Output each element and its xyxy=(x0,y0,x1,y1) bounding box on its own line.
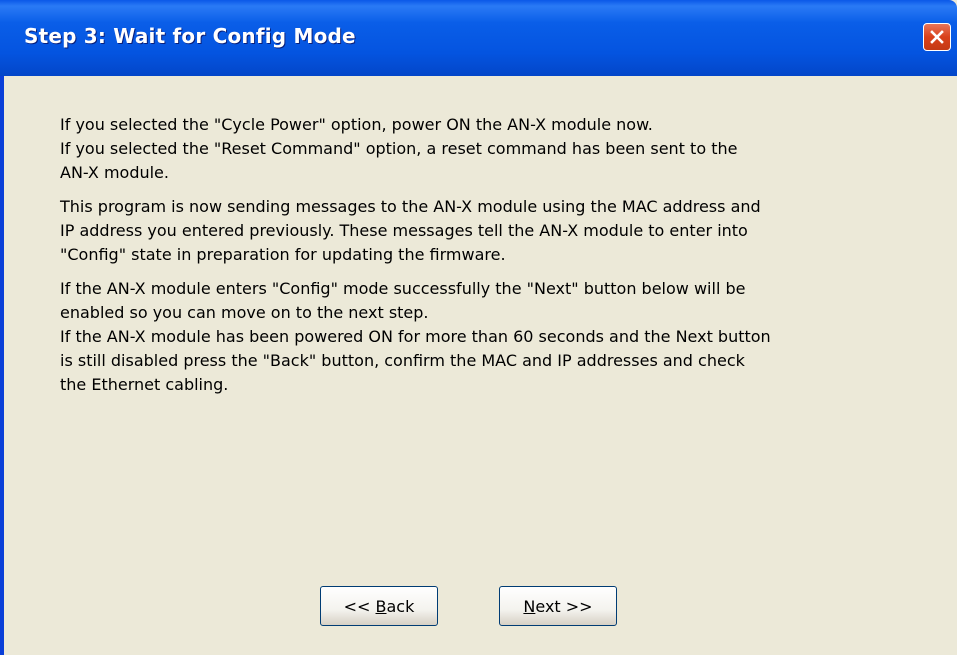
instruction-line: enabled so you can move on to the next s… xyxy=(60,303,429,322)
next-button-label: Next >> xyxy=(523,597,592,616)
back-button-prefix: << xyxy=(343,596,376,616)
instruction-line: AN-X module. xyxy=(60,163,169,182)
instruction-paragraph-power: If you selected the "Cycle Power" option… xyxy=(60,113,920,185)
next-button-mnemonic: N xyxy=(523,596,536,616)
instruction-paragraph-messages: This program is now sending messages to … xyxy=(60,195,920,267)
close-button[interactable] xyxy=(923,23,951,51)
instructions-text: If you selected the "Cycle Power" option… xyxy=(60,113,920,407)
dialog-window: Step 3: Wait for Config Mode If you sele… xyxy=(0,0,957,655)
instruction-line: is still disabled press the "Back" butto… xyxy=(60,351,745,370)
next-button-rest: ext >> xyxy=(535,596,593,616)
instruction-line: This program is now sending messages to … xyxy=(60,197,761,216)
instruction-line: If the AN-X module has been powered ON f… xyxy=(60,327,771,346)
next-button[interactable]: Next >> xyxy=(499,586,617,626)
instruction-line: IP address you entered previously. These… xyxy=(60,221,748,240)
back-button-label: << Back xyxy=(344,597,415,616)
title-bar[interactable]: Step 3: Wait for Config Mode xyxy=(0,0,957,76)
instruction-line: the Ethernet cabling. xyxy=(60,375,229,394)
close-icon xyxy=(930,30,944,44)
back-button-rest: ack xyxy=(386,596,415,616)
instruction-line: If you selected the "Reset Command" opti… xyxy=(60,139,738,158)
window-title: Step 3: Wait for Config Mode xyxy=(24,24,356,48)
instruction-line: If the AN-X module enters "Config" mode … xyxy=(60,279,746,298)
instruction-line: "Config" state in preparation for updati… xyxy=(60,245,506,264)
back-button[interactable]: << Back xyxy=(320,586,438,626)
instruction-line: If you selected the "Cycle Power" option… xyxy=(60,115,653,134)
instruction-paragraph-next: If the AN-X module enters "Config" mode … xyxy=(60,277,920,397)
back-button-mnemonic: B xyxy=(375,596,387,616)
